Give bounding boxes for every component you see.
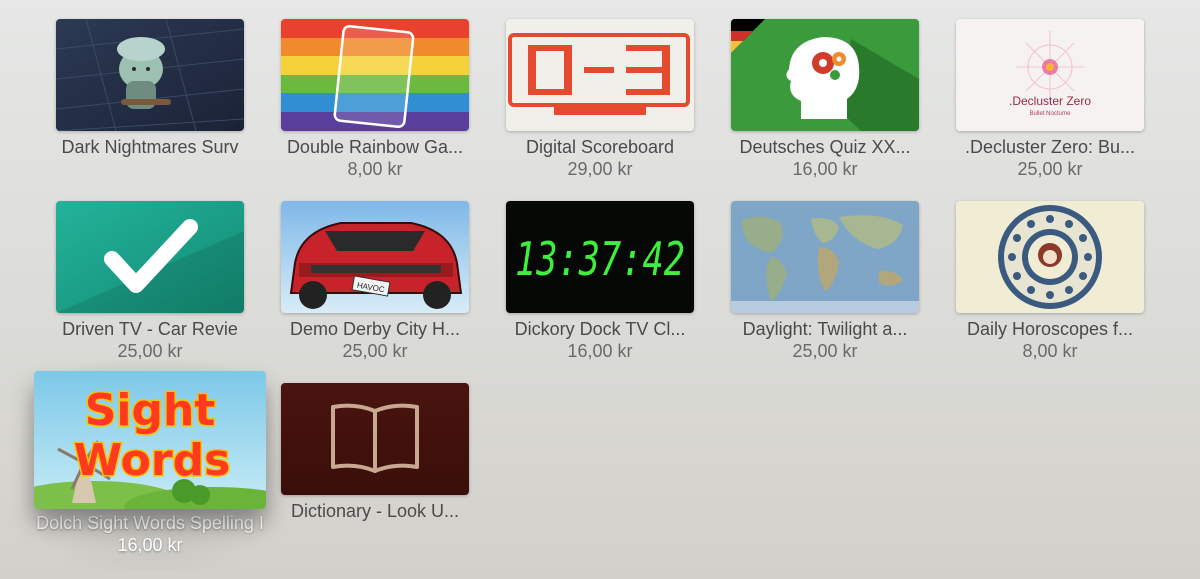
app-tile-driven-tv[interactable]: Driven TV - Car Revie 25,00 kr bbox=[56, 201, 244, 362]
app-title: Driven TV - Car Revie bbox=[62, 319, 238, 339]
quiz-head-art bbox=[731, 19, 919, 131]
app-tile-daylight[interactable]: Daylight: Twilight a... 25,00 kr bbox=[731, 201, 919, 362]
app-title: Double Rainbow Ga... bbox=[286, 137, 464, 157]
app-tile-dictionary[interactable]: Dictionary - Look U... bbox=[281, 383, 469, 522]
app-title: Demo Derby City H... bbox=[289, 319, 461, 339]
app-tile-double-rainbow[interactable]: Double Rainbow Ga... 8,00 kr bbox=[281, 19, 469, 180]
app-title: Deutsches Quiz XX... bbox=[739, 137, 911, 157]
derby-car-art: HAVOC bbox=[281, 201, 469, 313]
app-title: Daylight: Twilight a... bbox=[742, 319, 908, 339]
zodiac-art bbox=[956, 201, 1144, 313]
app-tile-decluster-zero[interactable]: .Decluster Zero Bullet Nocturne .Declust… bbox=[956, 19, 1144, 180]
decluster-art: .Decluster Zero Bullet Nocturne bbox=[956, 19, 1144, 131]
app-price: 25,00 kr bbox=[117, 341, 183, 361]
app-tile-deutsches-quiz[interactable]: Deutsches Quiz XX... 16,00 kr bbox=[731, 19, 919, 180]
sight-line2-text: Words bbox=[74, 435, 231, 486]
app-title: Daily Horoscopes f... bbox=[966, 319, 1134, 339]
app-price: 8,00 kr bbox=[347, 159, 403, 179]
clock-readout: 13:37:42 bbox=[515, 232, 685, 286]
app-tile-daily-horoscopes[interactable]: Daily Horoscopes f... 8,00 kr bbox=[956, 201, 1144, 362]
dark-nightmares-art bbox=[56, 19, 244, 131]
sight-words-art: Sight Words bbox=[34, 371, 266, 509]
world-map-art bbox=[731, 201, 919, 313]
rainbow-art bbox=[281, 19, 469, 131]
app-title: Dolch Sight Words Spelling I bbox=[36, 513, 264, 533]
app-title: .Decluster Zero: Bu... bbox=[964, 137, 1136, 157]
checkmark-art bbox=[56, 201, 244, 313]
app-tile-dark-nightmares[interactable]: Dark Nightmares Surv bbox=[56, 19, 244, 158]
app-tile-demo-derby[interactable]: HAVOC Demo Derby City H... 25,00 kr bbox=[281, 201, 469, 362]
sight-line1-text: Sight bbox=[85, 385, 216, 436]
app-price: 25,00 kr bbox=[342, 341, 408, 361]
app-price: 16,00 kr bbox=[567, 341, 633, 361]
scoreboard-art bbox=[506, 19, 694, 131]
app-tile-digital-scoreboard[interactable]: Digital Scoreboard 29,00 kr bbox=[506, 19, 694, 180]
app-price: 8,00 kr bbox=[1022, 341, 1078, 361]
app-price: 29,00 kr bbox=[567, 159, 633, 179]
app-price: 25,00 kr bbox=[792, 341, 858, 361]
app-title: Dickory Dock TV Cl... bbox=[514, 319, 686, 339]
decluster-sub-text: Bullet Nocturne bbox=[1029, 111, 1071, 117]
app-tile-dolch-sight-words[interactable]: Sight Words Dolch Sight Words Spelling I… bbox=[34, 371, 266, 556]
app-price: 16,00 kr bbox=[792, 159, 858, 179]
app-title: Dark Nightmares Surv bbox=[61, 137, 239, 157]
app-price: 16,00 kr bbox=[117, 535, 183, 555]
app-title: Digital Scoreboard bbox=[525, 137, 675, 157]
app-tile-dickory-dock[interactable]: 13:37:42 Dickory Dock TV Cl... 16,00 kr bbox=[506, 201, 694, 362]
app-price: 25,00 kr bbox=[1017, 159, 1083, 179]
book-art bbox=[281, 383, 469, 495]
app-title: Dictionary - Look U... bbox=[290, 501, 460, 521]
digital-clock-art: 13:37:42 bbox=[506, 201, 694, 313]
decluster-logo-text: .Decluster Zero bbox=[1009, 94, 1091, 108]
app-grid: Dark Nightmares Surv Double Rainbow Ga..… bbox=[0, 0, 1200, 579]
